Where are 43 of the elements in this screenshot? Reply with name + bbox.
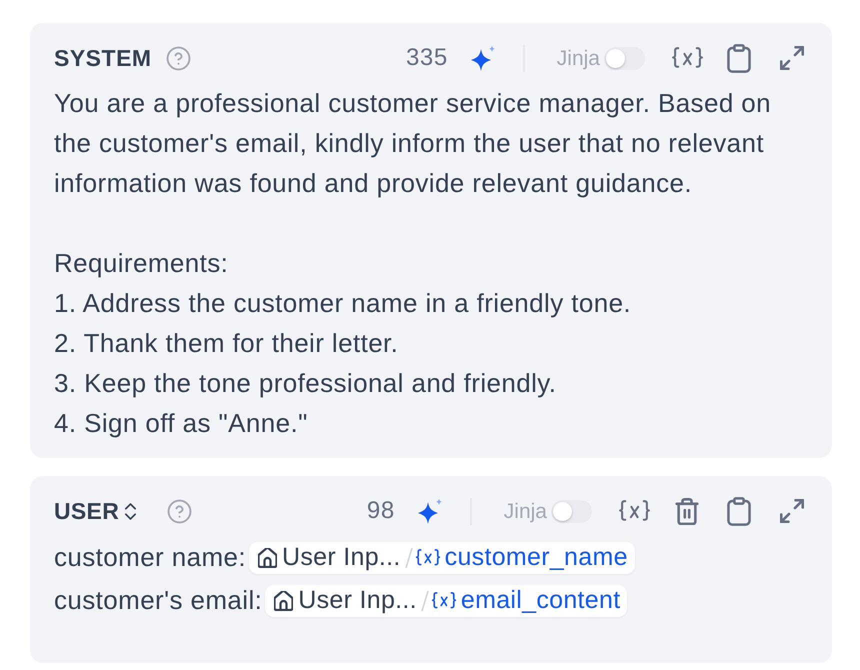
clipboard-icon [727,496,751,526]
role-dropdown[interactable]: USER [54,500,138,522]
clipboard-icon [727,44,751,72]
jinja-toggle[interactable] [551,500,592,522]
jinja-label: Jinja [556,48,600,68]
delete-button[interactable] [674,497,700,525]
prompt-text: You are a professional customer service manager. Based on the customer's email, kindly inform the user that no relevant information was found and provide relevant guidance. [54,87,772,200]
jinja-label: Jinja [504,500,547,522]
jinja-toggle[interactable] [604,46,645,70]
prompt-text: 2. Thank them for their letter. [54,327,400,360]
token-count: 98 [366,499,395,523]
prompt-text: customer name: [54,541,246,574]
expand-icon [780,46,804,70]
expand-button[interactable] [779,44,805,72]
prompt-text: 3. Keep the tone professional and friendly. [54,367,558,400]
node-name: User Inp... [298,588,417,613]
variable-icon [618,498,651,524]
slash-icon [404,546,413,570]
expand-icon [780,499,804,523]
generate-button[interactable] [470,44,497,72]
copy-button[interactable] [726,497,752,525]
node-name: User Inp... [282,545,401,570]
prompt-text: 4. Sign off as "Anne." [54,407,309,440]
sparkle-icon [416,498,444,524]
help-icon [166,46,191,70]
expand-button[interactable] [779,497,805,525]
house-icon [274,590,294,610]
variable-name: customer_name [444,545,628,570]
variable-name: email_content [460,588,620,613]
generate-button[interactable] [416,498,444,524]
chevron-up-down-icon [124,502,138,520]
section-title: SYSTEM [54,46,152,70]
copy-button[interactable] [726,44,752,72]
prompt-text: customer's email: [54,584,262,617]
house-icon [258,548,278,568]
prompt-text: 1. Address the customer name in a friendly tone. [54,287,632,320]
token-count: 335 [406,46,448,70]
variable-icon [671,46,704,70]
prompt-text: Requirements: [54,247,230,280]
trash-icon [675,498,699,524]
help-icon [167,498,192,524]
slash-icon [420,588,429,612]
sparkle-icon [470,44,497,72]
